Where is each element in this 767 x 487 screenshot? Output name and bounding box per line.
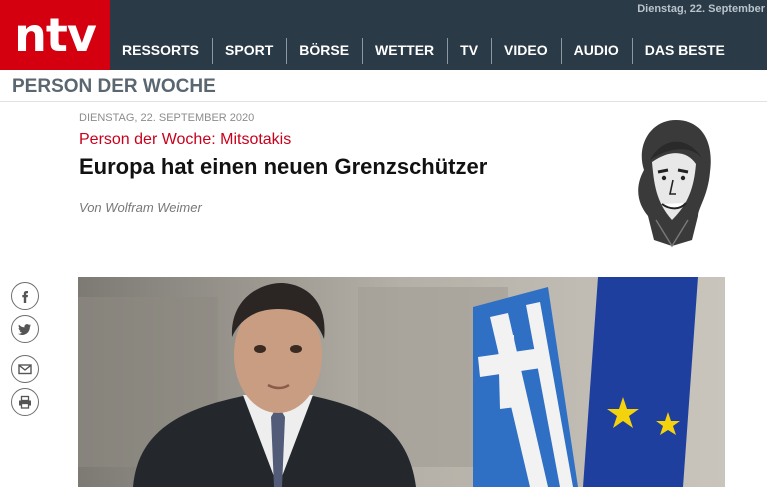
nav-item-ressorts[interactable]: RESSORTS <box>110 38 214 64</box>
section-divider <box>0 101 767 102</box>
top-navigation-bar: ntv Dienstag, 22. September RESSORTS SPO… <box>0 0 767 70</box>
hero-photo-mitsotakis <box>78 277 725 487</box>
article-dateline: DIENSTAG, 22. SEPTEMBER 2020 <box>79 112 255 124</box>
facebook-share-button[interactable] <box>11 282 39 310</box>
article-headline: Europa hat einen neuen Grenzschützer <box>79 154 488 179</box>
nav-item-das-beste[interactable]: DAS BESTE <box>633 38 738 64</box>
print-button[interactable] <box>11 388 39 416</box>
article-author[interactable]: Von Wolfram Weimer <box>79 200 202 215</box>
logo-text: ntv <box>14 8 97 62</box>
nav-item-video[interactable]: VIDEO <box>492 38 562 64</box>
nav-item-wetter[interactable]: WETTER <box>363 38 449 64</box>
article-kicker: Person der Woche: Mitsotakis <box>79 131 292 148</box>
mail-share-button[interactable] <box>11 355 39 383</box>
section-title[interactable]: PERSON DER WOCHE <box>12 76 216 98</box>
twitter-share-button[interactable] <box>11 315 39 343</box>
nav-item-tv[interactable]: TV <box>448 38 493 64</box>
nav-item-audio[interactable]: AUDIO <box>562 38 633 64</box>
facebook-icon <box>22 291 28 303</box>
mail-icon <box>18 364 32 375</box>
nav-item-sport[interactable]: SPORT <box>213 38 288 64</box>
header-date: Dienstag, 22. September <box>637 3 765 15</box>
print-icon <box>19 395 31 409</box>
twitter-icon <box>18 324 31 335</box>
main-nav: RESSORTS SPORT BÖRSE WETTER TV VIDEO AUD… <box>110 38 738 70</box>
ntv-logo[interactable]: ntv <box>0 0 110 70</box>
nav-item-boerse[interactable]: BÖRSE <box>287 38 364 64</box>
author-portrait-drawing <box>638 120 711 248</box>
